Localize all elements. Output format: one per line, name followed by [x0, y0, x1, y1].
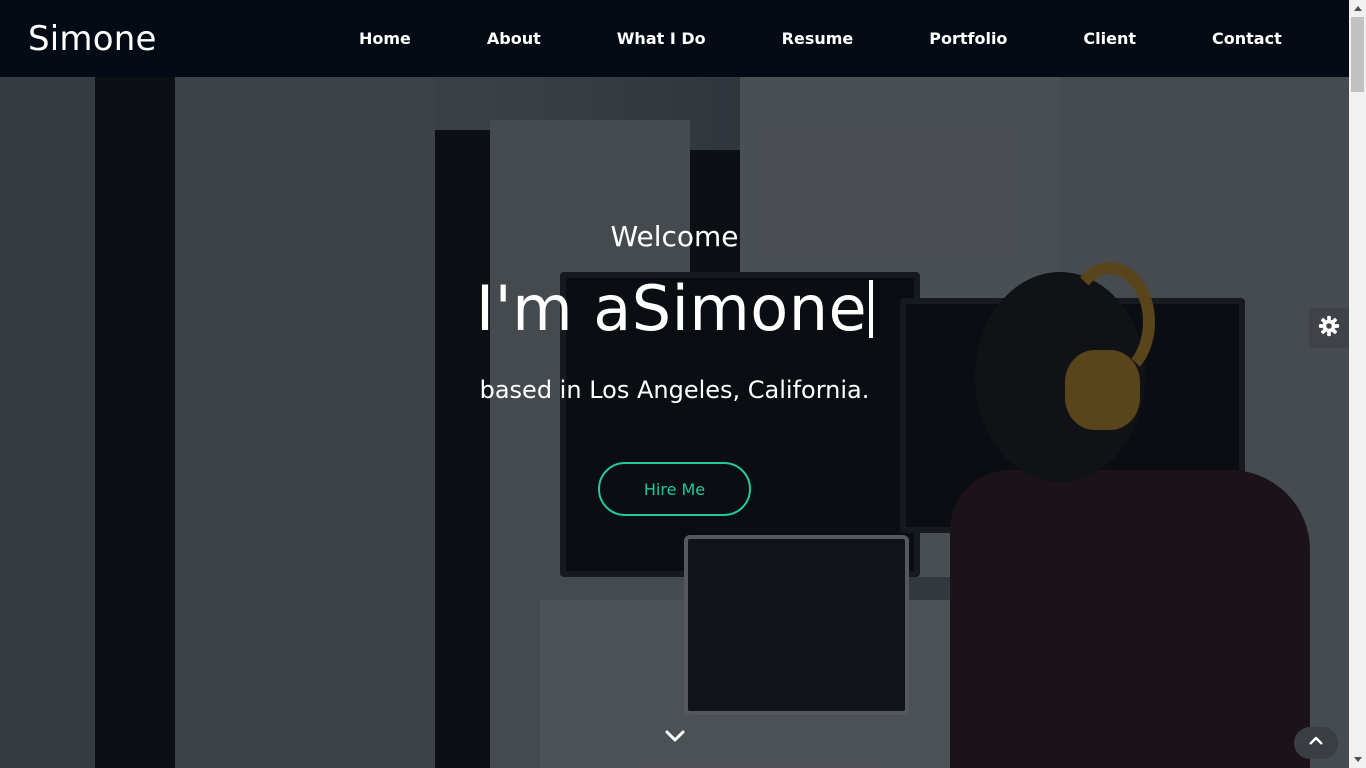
hero-location-text: based in Los Angeles, California.: [479, 376, 870, 404]
brand-logo[interactable]: Simone: [28, 19, 157, 59]
nav-link-portfolio[interactable]: Portfolio: [891, 29, 1045, 48]
settings-toggle-button[interactable]: [1309, 308, 1349, 348]
scroll-up-arrow[interactable]: [1349, 0, 1366, 17]
hire-me-button[interactable]: Hire Me: [598, 462, 751, 516]
page-scrollbar[interactable]: [1349, 0, 1366, 768]
back-to-top-button[interactable]: [1294, 727, 1338, 759]
chevron-up-icon: [1307, 732, 1325, 754]
top-navbar: Simone Home About What I Do Resume Portf…: [0, 0, 1349, 77]
nav-menu: Home About What I Do Resume Portfolio Cl…: [321, 0, 1320, 77]
hero-headline-text: I'm aSimone: [475, 272, 868, 345]
nav-link-home[interactable]: Home: [321, 29, 449, 48]
nav-link-contact[interactable]: Contact: [1174, 29, 1320, 48]
scrollbar-thumb[interactable]: [1351, 17, 1364, 92]
chevron-down-icon[interactable]: [663, 724, 687, 748]
nav-link-about[interactable]: About: [449, 29, 579, 48]
gear-icon: [1318, 315, 1340, 341]
typing-cursor: [869, 280, 874, 338]
nav-link-client[interactable]: Client: [1045, 29, 1174, 48]
hero-welcome-text: Welcome: [610, 220, 739, 253]
scroll-down-arrow[interactable]: [1349, 751, 1366, 768]
nav-link-what-i-do[interactable]: What I Do: [579, 29, 744, 48]
nav-link-resume[interactable]: Resume: [744, 29, 892, 48]
hero-headline: I'm aSimone: [0, 272, 1349, 345]
